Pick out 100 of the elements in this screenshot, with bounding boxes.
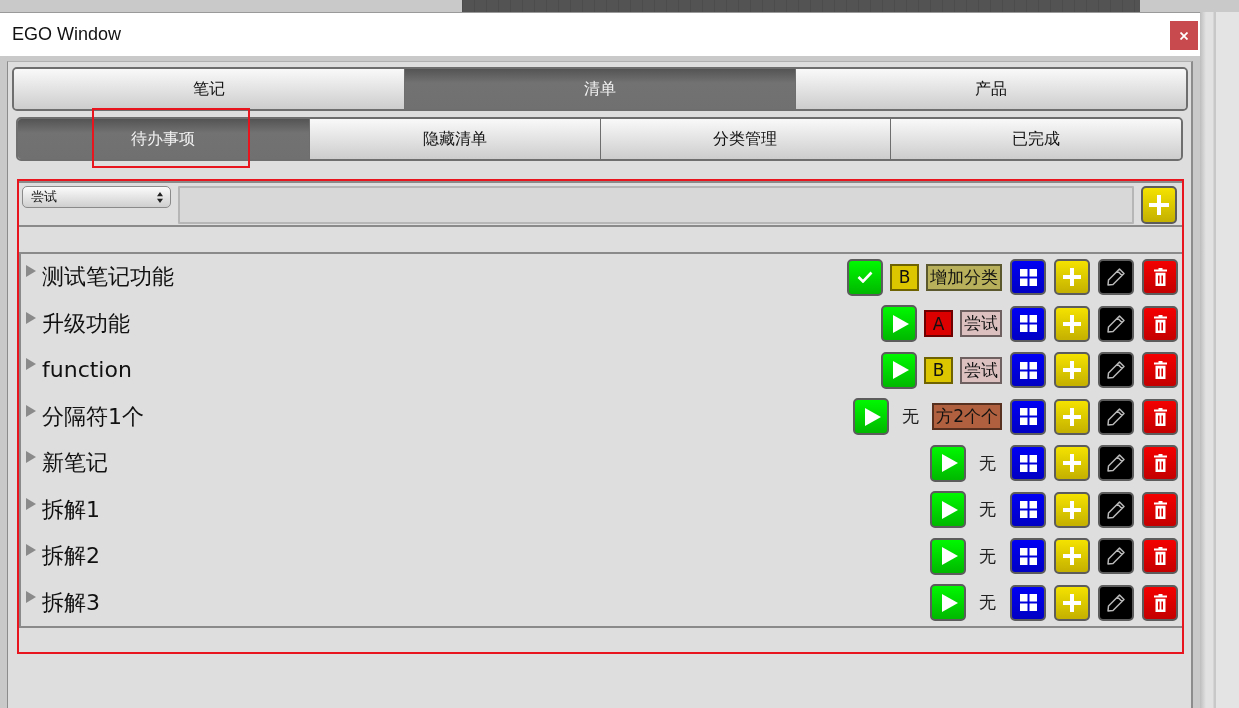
priority-text: 无 [901,405,921,429]
trash-icon [1153,593,1167,612]
item-title: function [42,356,132,385]
expand-arrow-icon[interactable] [26,265,36,278]
pencil-icon [1107,361,1125,380]
grid-icon [1019,408,1037,426]
category-tag: 方2个个 [932,403,1002,431]
trash-icon [1153,407,1167,426]
add-button[interactable] [1054,398,1090,435]
expand-arrow-icon[interactable] [26,451,36,464]
edit-button[interactable] [1098,398,1134,435]
pencil-icon [1107,314,1125,333]
add-button[interactable] [1054,259,1090,296]
sub-tab[interactable]: 待办事项 [18,119,309,159]
category-select[interactable]: 尝试 [22,186,171,208]
expand-arrow-icon[interactable] [26,311,36,324]
edit-button[interactable] [1098,305,1134,342]
play-icon [892,314,909,333]
trash-icon [1153,454,1167,473]
grid-button[interactable] [1010,491,1046,528]
trash-icon [1153,361,1167,380]
add-button[interactable] [1054,491,1090,528]
sub-tab[interactable]: 隐藏清单 [308,119,600,159]
item-title: 拆解1 [42,495,100,524]
expand-arrow-icon[interactable] [26,590,36,603]
pencil-icon [1107,547,1125,566]
play-button[interactable] [930,491,966,529]
item-title: 分隔符1个 [42,402,144,431]
add-button[interactable] [1054,445,1090,482]
grid-button[interactable] [1010,538,1046,575]
add-button[interactable] [1054,352,1090,389]
plus-icon [1063,314,1081,333]
delete-button[interactable] [1142,491,1178,528]
play-button[interactable] [930,584,966,622]
expand-arrow-icon[interactable] [26,358,36,371]
grid-button[interactable] [1010,584,1046,621]
pencil-icon [1107,454,1125,473]
trash-icon [1153,268,1167,287]
play-button[interactable] [930,444,966,482]
sub-tab[interactable]: 已完成 [890,119,1181,159]
trash-icon [1153,547,1167,566]
add-button[interactable] [1054,305,1090,342]
edit-button[interactable] [1098,259,1134,296]
delete-button[interactable] [1142,445,1178,482]
play-button[interactable] [881,305,917,343]
delete-button[interactable] [1142,538,1178,575]
item-title: 升级功能 [42,309,130,338]
priority-text: 无 [978,591,997,615]
grid-icon [1019,268,1037,286]
edit-button[interactable] [1098,491,1134,528]
delete-button[interactable] [1142,352,1178,389]
edit-button[interactable] [1098,352,1134,389]
pencil-icon [1107,500,1125,519]
grid-icon [1019,594,1037,612]
category-tag: 尝试 [960,356,1002,384]
plus-icon [1063,500,1081,519]
item-title: 拆解3 [42,588,100,617]
trash-icon [1153,314,1167,333]
edit-button[interactable] [1098,445,1134,482]
priority-text: 无 [978,544,997,568]
grid-icon [1019,501,1037,519]
edit-button[interactable] [1098,584,1134,621]
tab[interactable]: 产品 [795,69,1186,109]
plus-icon [1063,268,1081,287]
delete-button[interactable] [1142,305,1178,342]
delete-button[interactable] [1142,259,1178,296]
plus-icon [1063,593,1081,612]
edit-button[interactable] [1098,538,1134,575]
expand-arrow-icon[interactable] [26,544,36,557]
priority-tag: B [924,356,953,384]
grid-button[interactable] [1010,352,1046,389]
add-button[interactable] [1054,584,1090,621]
delete-button[interactable] [1142,584,1178,621]
pencil-icon [1107,268,1125,287]
play-button[interactable] [881,351,917,389]
play-icon [941,454,958,473]
add-button[interactable] [1054,538,1090,575]
input-field[interactable] [178,186,1134,224]
delete-button[interactable] [1142,398,1178,435]
close-button[interactable] [1170,21,1198,50]
grid-button[interactable] [1010,445,1046,482]
grid-icon [1019,315,1037,333]
grid-button[interactable] [1010,259,1046,296]
expand-arrow-icon[interactable] [26,404,36,417]
updown-arrows-icon [157,191,163,203]
play-button[interactable] [930,537,966,575]
sub-tab[interactable]: 分类管理 [599,119,891,159]
grid-button[interactable] [1010,305,1046,342]
category-tag: 尝试 [960,310,1002,338]
play-icon [941,500,958,519]
play-button[interactable] [853,398,890,436]
tab[interactable]: 笔记 [14,69,404,109]
grid-button[interactable] [1010,398,1046,435]
add-button[interactable] [1141,186,1177,224]
priority-tag: B [890,263,919,291]
priority-text: 无 [978,451,997,475]
tab[interactable]: 清单 [404,69,795,109]
expand-arrow-icon[interactable] [26,497,36,510]
check-button[interactable] [847,258,883,296]
plus-icon [1063,547,1081,566]
